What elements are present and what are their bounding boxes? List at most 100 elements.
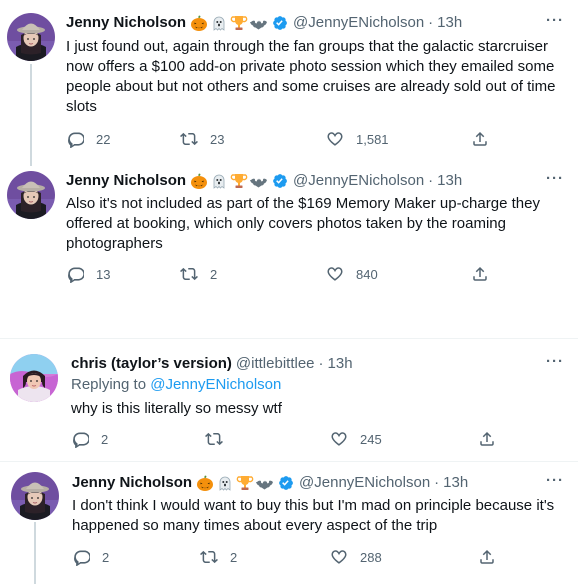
handle[interactable]: @JennyENicholson (293, 13, 424, 33)
bat-icon (250, 178, 268, 188)
tweet-2[interactable]: Jenny Nicholson @JennyENicholson · 13h ·… (0, 166, 578, 336)
thread-line (30, 64, 32, 166)
handle[interactable]: @JennyENicholson (299, 473, 430, 493)
like-icon (331, 432, 347, 446)
tweet-header: Jenny Nicholson @JennyENicholson · 13h (66, 13, 462, 33)
name-emojis (190, 14, 268, 32)
more-options-button[interactable]: ··· (546, 353, 564, 370)
tweet-text: I don't think I would want to buy this b… (72, 497, 555, 534)
retweet-icon (180, 267, 198, 281)
avatar[interactable] (11, 472, 59, 520)
verified-badge-icon (272, 15, 288, 31)
retweet-button[interactable]: 23 (180, 130, 224, 148)
avatar[interactable] (7, 171, 55, 219)
trophy-icon (230, 173, 248, 189)
like-count: 245 (360, 431, 382, 447)
ghost-icon (219, 476, 231, 491)
retweet-count: 2 (210, 266, 218, 282)
jack-o-lantern-icon (197, 475, 214, 491)
handle[interactable]: @ittlebittlee (236, 354, 315, 374)
tweet-actions: 13 2 840 (66, 265, 506, 285)
reply-icon (74, 550, 90, 566)
reply-button[interactable]: 2 (71, 430, 108, 448)
trophy-icon (236, 475, 254, 491)
like-button[interactable]: 288 (330, 548, 382, 566)
display-name[interactable]: Jenny Nicholson (66, 171, 186, 191)
separator: · (318, 355, 324, 372)
retweet-icon (180, 132, 198, 146)
like-icon (331, 550, 347, 564)
retweet-button[interactable]: 2 (180, 265, 217, 283)
separator: · (428, 172, 434, 189)
timestamp[interactable]: 13h (443, 473, 468, 493)
display-name[interactable]: chris (taylor’s version) (71, 354, 232, 374)
like-button[interactable]: 1,581 (326, 130, 389, 148)
tweet-text: I just found out, again through the fan … (66, 38, 556, 115)
timestamp[interactable]: 13h (328, 354, 353, 374)
more-options-button[interactable]: ··· (546, 472, 564, 489)
ghost-icon (213, 16, 225, 31)
retweet-count: 2 (230, 549, 238, 565)
like-button[interactable]: 840 (326, 265, 378, 283)
like-count: 840 (356, 266, 378, 282)
share-icon (480, 431, 494, 446)
share-button[interactable] (471, 265, 489, 283)
reply-button[interactable]: 2 (72, 548, 109, 566)
share-button[interactable] (471, 130, 489, 148)
thread-line (34, 522, 36, 584)
reply-icon (68, 267, 84, 283)
share-button[interactable] (478, 430, 496, 448)
verified-badge-icon (272, 173, 288, 189)
reply-count: 22 (96, 131, 111, 147)
replying-to-handle-link[interactable]: @JennyENicholson (150, 376, 281, 393)
timestamp[interactable]: 13h (437, 13, 462, 33)
bat-icon (250, 20, 268, 30)
bat-icon (256, 480, 274, 490)
reply-icon (68, 132, 84, 148)
more-options-button[interactable]: ··· (546, 170, 564, 187)
jack-o-lantern-icon (191, 173, 208, 189)
tweet-text: Also it's not included as part of the $1… (66, 195, 540, 252)
tweet-header: Jenny Nicholson @JennyENicholson · 13h (66, 171, 462, 191)
retweet-icon (205, 432, 223, 446)
retweet-button[interactable] (205, 430, 223, 448)
tweet-3[interactable]: chris (taylor’s version) @ittlebittlee ·… (0, 339, 578, 461)
retweet-icon (200, 550, 218, 564)
verified-badge-icon (278, 475, 294, 491)
display-name[interactable]: Jenny Nicholson (66, 13, 186, 33)
reply-button[interactable]: 22 (66, 130, 110, 148)
replying-to-label: Replying to (71, 376, 147, 393)
share-icon (473, 131, 487, 146)
avatar[interactable] (7, 13, 55, 61)
separator: · (428, 14, 434, 31)
reply-button[interactable]: 13 (66, 265, 110, 283)
ghost-icon (213, 174, 225, 189)
display-name[interactable]: Jenny Nicholson (72, 473, 192, 493)
name-emojis (190, 172, 268, 190)
jack-o-lantern-icon (191, 15, 208, 31)
tweet-actions: 2 2 288 (72, 548, 512, 568)
share-icon (473, 266, 487, 281)
reply-count: 2 (102, 549, 110, 565)
handle[interactable]: @JennyENicholson (293, 171, 424, 191)
tweet-text: why is this literally so messy wtf (71, 400, 282, 417)
tweet-4[interactable]: Jenny Nicholson @JennyENicholson · 13h ·… (0, 462, 578, 584)
tweet-header: chris (taylor’s version) @ittlebittlee ·… (71, 354, 353, 374)
timestamp[interactable]: 13h (437, 171, 462, 191)
like-icon (327, 132, 343, 146)
reply-count: 2 (101, 431, 109, 447)
share-icon (480, 549, 494, 564)
tweet-1[interactable]: Jenny Nicholson @JennyENicholson · 13h ·… (0, 0, 578, 166)
more-options-button[interactable]: ··· (546, 12, 564, 29)
name-emojis (196, 474, 274, 492)
like-button[interactable]: 245 (330, 430, 382, 448)
reply-icon (73, 432, 89, 448)
avatar[interactable] (10, 354, 58, 402)
retweet-button[interactable]: 2 (200, 548, 237, 566)
share-button[interactable] (478, 548, 496, 566)
like-count: 1,581 (356, 131, 389, 147)
retweet-count: 23 (210, 131, 225, 147)
separator: · (434, 474, 440, 491)
tweet-actions: 2 245 (71, 430, 511, 450)
tweet-header: Jenny Nicholson @JennyENicholson · 13h (72, 473, 468, 493)
